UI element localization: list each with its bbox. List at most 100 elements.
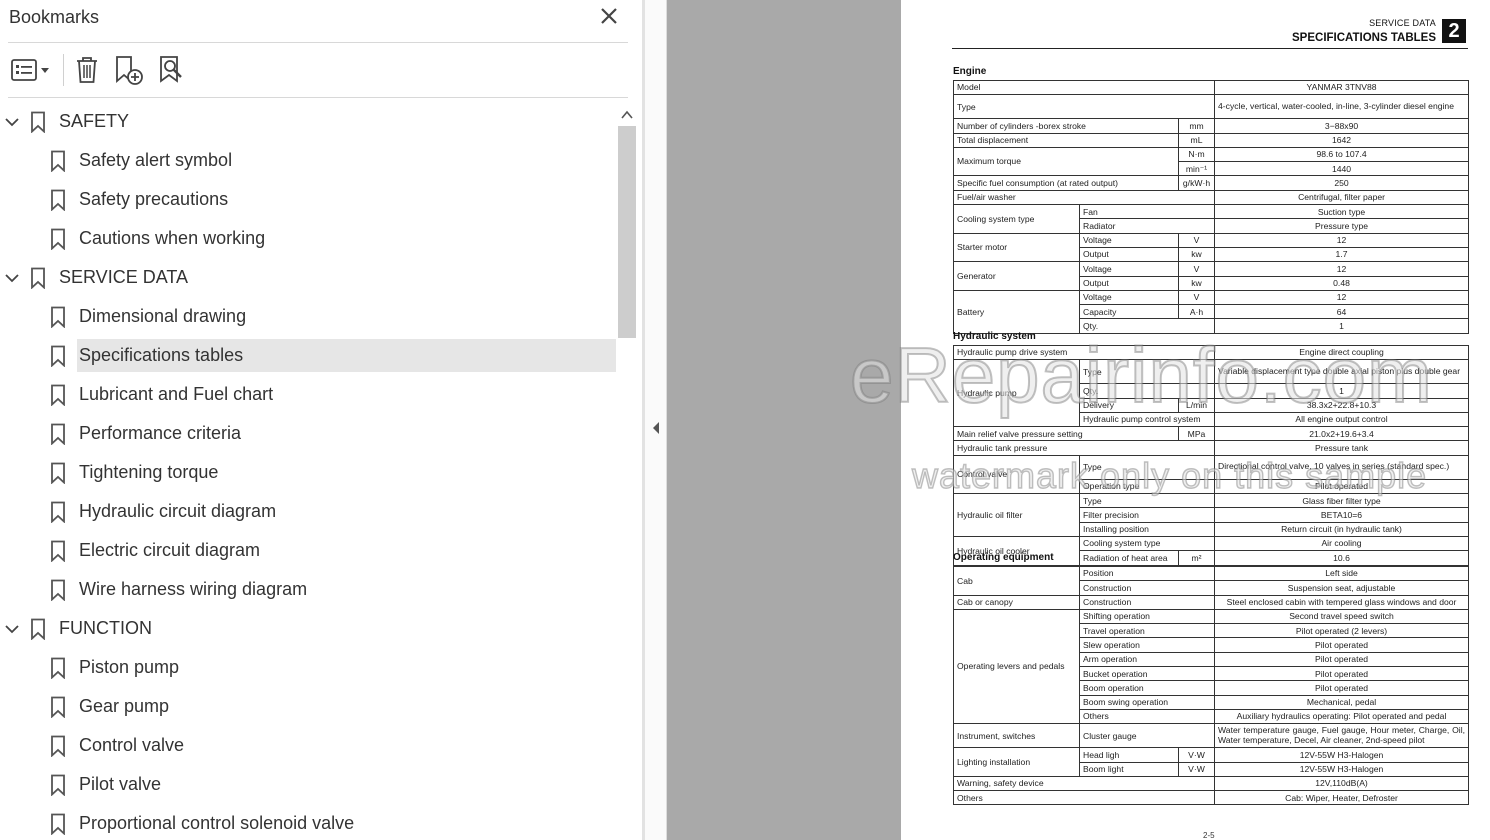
- bookmark-icon: [31, 111, 45, 133]
- collapse-panel-arrow-icon[interactable]: [651, 420, 661, 436]
- spec-subitem: Voltage: [1079, 289, 1179, 306]
- spec-value: 1642: [1214, 132, 1470, 148]
- bookmark-icon: [51, 384, 65, 406]
- bookmark-scrollbar[interactable]: [616, 104, 638, 840]
- bookmark-item[interactable]: Proportional control solenoid valve: [0, 806, 616, 840]
- bookmark-tree: SAFETY Safety alert symbol Safety precauti…: [0, 104, 616, 840]
- spec-value: Pilot operated (2 levers): [1214, 623, 1470, 639]
- bookmark-item[interactable]: Lubricant and Fuel chart: [0, 377, 616, 413]
- bookmark-icon: [51, 462, 65, 484]
- bookmark-item[interactable]: Control valve: [0, 728, 616, 764]
- scroll-up-arrow-icon[interactable]: [620, 108, 634, 122]
- bookmark-item[interactable]: Cautions when working: [0, 221, 616, 257]
- bookmark-label: Electric circuit diagram: [79, 540, 261, 560]
- chevron-down-icon[interactable]: [3, 113, 21, 131]
- spec-value: 64: [1214, 304, 1470, 320]
- spec-row: Control valve Type Directional control val…: [953, 454, 1469, 495]
- operating-heading: Operating equipment: [953, 552, 1054, 563]
- bookmark-icon: [51, 150, 65, 172]
- spec-row: Others Cab: Wiper, Heater, Defroster: [952, 790, 1470, 806]
- spec-row: Maximum torque N·m 98.6 to 107.4: [953, 146, 1470, 177]
- spec-value: 12: [1214, 289, 1470, 306]
- spec-subitem: Others: [1078, 708, 1216, 725]
- scrollbar-thumb[interactable]: [618, 126, 636, 338]
- spec-item: Battery: [953, 289, 1080, 334]
- spec-row: Hydraulic tank pressure Pressure tank: [953, 440, 1469, 456]
- spec-value: 250: [1214, 175, 1470, 191]
- bookmark-group[interactable]: FUNCTION: [0, 611, 616, 647]
- chevron-down-icon[interactable]: [3, 620, 21, 638]
- spec-row: Battery Voltage V 12: [953, 289, 1470, 334]
- spec-subitem: Arm operation: [1078, 651, 1216, 668]
- spec-row: Hydraulic pump drive system Engine direct…: [953, 344, 1469, 361]
- add-bookmark-button[interactable]: [112, 52, 146, 88]
- spec-value: Mechanical, pedal: [1214, 694, 1470, 710]
- spec-item: Main relief valve pressure setting: [953, 426, 1179, 442]
- bookmark-group[interactable]: SERVICE DATA: [0, 260, 616, 296]
- spec-item: Hydraulic oil filter: [953, 493, 1080, 537]
- spec-value: YANMAR 3TNV88: [1214, 79, 1470, 96]
- bookmark-label: Specifications tables: [79, 345, 244, 365]
- list-options-button[interactable]: [8, 52, 54, 88]
- bookmark-icon: [51, 345, 65, 367]
- bookmark-item[interactable]: Performance criteria: [0, 416, 616, 452]
- spec-row: Hydraulic pump Type Variable displacement …: [953, 359, 1469, 428]
- spec-value: Return circuit (in hydraulic tank): [1214, 521, 1469, 537]
- bookmark-item[interactable]: Wire harness wiring diagram: [0, 572, 616, 608]
- hydraulic-spec-table: Hydraulic pump drive system Engine direct…: [953, 344, 1469, 566]
- spec-unit: m²: [1178, 550, 1215, 566]
- spec-unit: A·h: [1177, 304, 1216, 320]
- spec-value: Suspension seat, adjustable: [1214, 580, 1470, 596]
- header-divider: [8, 42, 628, 43]
- bookmark-item[interactable]: Hydraulic circuit diagram: [0, 494, 616, 530]
- bookmark-item[interactable]: Specifications tables: [0, 338, 616, 374]
- spec-value: Centrifugal, filter paper: [1214, 189, 1470, 206]
- spec-value: 21.0x2+19.6+3.4: [1214, 426, 1469, 442]
- bookmark-group[interactable]: SAFETY: [0, 104, 616, 140]
- spec-subitem: Boom swing operation: [1078, 694, 1216, 710]
- close-icon[interactable]: [598, 5, 620, 27]
- spec-row: Cab or canopy Construction Steel enclosed …: [953, 594, 1470, 610]
- bookmark-item[interactable]: Gear pump: [0, 689, 616, 725]
- bookmark-item[interactable]: Dimensional drawing: [0, 299, 616, 335]
- chevron-down-icon[interactable]: [3, 269, 21, 287]
- spec-subitem: Voltage: [1079, 232, 1179, 248]
- spec-item: Cab: [953, 566, 1080, 596]
- spec-item: Total displacement: [953, 132, 1179, 148]
- spec-value: 0.48: [1214, 275, 1470, 291]
- spec-row: Instrument, switches Cluster gauge Water t…: [953, 723, 1470, 749]
- spec-unit: min⁻¹: [1177, 161, 1216, 177]
- spec-row: Type 4-cycle, vertical, water-cooled, in-…: [952, 94, 1470, 120]
- bookmark-icon: [51, 657, 65, 679]
- spec-item: Hydraulic pump: [953, 359, 1080, 428]
- engine-spec-table: Model YANMAR 3TNV88 Type 4-cycle, vertical,…: [952, 79, 1470, 334]
- bookmark-label: SAFETY: [59, 111, 130, 131]
- spec-item: Control valve: [953, 454, 1080, 495]
- bookmark-item[interactable]: Piston pump: [0, 650, 616, 686]
- spec-value: 1: [1214, 383, 1469, 399]
- bookmark-item[interactable]: Electric circuit diagram: [0, 533, 616, 569]
- bookmark-item[interactable]: Pilot valve: [0, 767, 616, 803]
- document-page: SERVICE DATA SPECIFICATIONS TABLES 2 Eng…: [901, 0, 1490, 840]
- spec-subitem: Shifting operation: [1078, 608, 1216, 625]
- bookmark-item[interactable]: Safety precautions: [0, 182, 616, 218]
- find-bookmark-button[interactable]: [156, 52, 190, 88]
- bookmark-label: Tightening torque: [79, 462, 219, 482]
- spec-item: Cooling system type: [953, 204, 1080, 234]
- spec-subitem: Construction: [1078, 594, 1216, 610]
- bookmark-label: Dimensional drawing: [79, 306, 247, 326]
- spec-value: Air cooling: [1214, 535, 1469, 552]
- spec-value: Pilot operated: [1214, 666, 1470, 682]
- spec-item: Model: [952, 79, 1216, 96]
- bookmark-label: Control valve: [79, 735, 185, 755]
- delete-bookmark-button[interactable]: [72, 52, 102, 88]
- bookmark-icon: [51, 189, 65, 211]
- find-bookmark-icon: [160, 56, 182, 83]
- spec-unit: kw: [1177, 246, 1216, 263]
- spec-item: Instrument, switches: [953, 723, 1080, 749]
- spec-value: All engine output control: [1214, 411, 1469, 428]
- spec-value: Pilot operated: [1214, 478, 1469, 495]
- spec-unit: V: [1177, 289, 1216, 306]
- bookmark-item[interactable]: Tightening torque: [0, 455, 616, 491]
- bookmark-item[interactable]: Safety alert symbol: [0, 143, 616, 179]
